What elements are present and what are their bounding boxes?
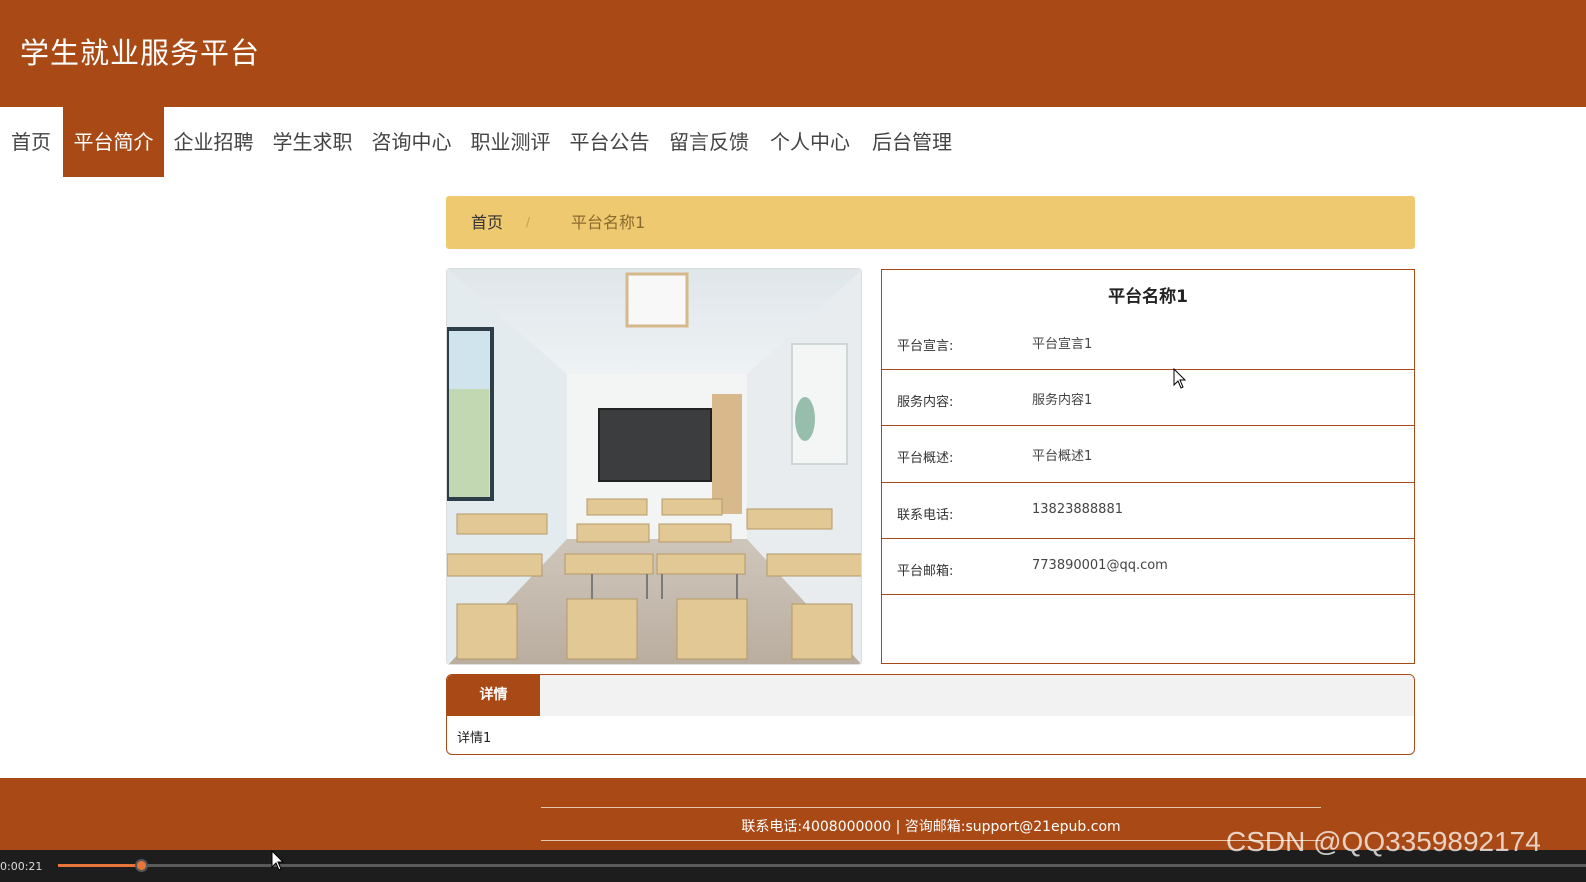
classroom-illustration: [447, 269, 861, 664]
tab-detail[interactable]: 详情: [447, 675, 540, 716]
breadcrumb-separator: /: [526, 215, 531, 229]
info-value: 平台概述1: [1032, 449, 1093, 464]
nav-item-home[interactable]: 首页: [0, 107, 62, 177]
progress-fill: [58, 864, 142, 867]
info-label: 联系电话:: [897, 508, 954, 523]
row-divider: [882, 594, 1414, 595]
nav-item-announcements[interactable]: 平台公告: [560, 107, 659, 177]
info-label: 平台邮箱:: [897, 564, 954, 579]
info-value: 平台宣言1: [1032, 337, 1093, 352]
info-label: 服务内容:: [897, 395, 954, 410]
info-row-overview: 平台概述: 平台概述1: [882, 426, 1414, 482]
watermark: CSDN @QQ3359892174: [1226, 826, 1541, 857]
nav-item-personal-center[interactable]: 个人中心: [759, 107, 861, 177]
playback-time: 0:00:21: [0, 860, 43, 873]
mouse-pointer-icon: [271, 850, 285, 871]
nav-item-company-recruitment[interactable]: 企业招聘: [164, 107, 263, 177]
progress-knob[interactable]: [135, 859, 148, 872]
site-title: 学生就业服务平台: [20, 36, 261, 70]
platform-image: [446, 268, 862, 665]
platform-name: 平台名称1: [1108, 287, 1188, 307]
nav-item-admin[interactable]: 后台管理: [861, 107, 963, 177]
detail-tab-bar: 详情: [447, 675, 1414, 716]
footer-contact-text: 联系电话:4008000000 | 咨询邮箱:support@21epub.co…: [741, 819, 1121, 835]
site-header: 学生就业服务平台: [0, 0, 1586, 107]
nav-item-consulting-center[interactable]: 咨询中心: [362, 107, 461, 177]
info-value: 773890001@qq.com: [1032, 558, 1168, 573]
footer-divider-top: [541, 807, 1321, 808]
info-label: 平台宣言:: [897, 339, 954, 354]
main-nav: 首页 平台简介 企业招聘 学生求职 咨询中心 职业测评 平台公告 留言反馈 个人…: [0, 107, 1586, 177]
nav-item-platform-intro[interactable]: 平台简介: [63, 107, 164, 177]
progress-track[interactable]: [58, 864, 1586, 867]
detail-content: 详情1: [457, 731, 492, 746]
info-row-phone: 联系电话: 13823888881: [882, 483, 1414, 539]
breadcrumb-current: 平台名称1: [571, 213, 646, 232]
nav-item-career-assessment[interactable]: 职业测评: [461, 107, 560, 177]
nav-item-student-job-search[interactable]: 学生求职: [263, 107, 362, 177]
footer-divider-bottom: [541, 840, 1321, 841]
platform-info-panel: 平台名称1 平台宣言: 平台宣言1 服务内容: 服务内容1 平台概述: 平台概述…: [881, 269, 1415, 664]
info-row-service: 服务内容: 服务内容1: [882, 370, 1414, 426]
breadcrumb: 首页 / 平台名称1: [446, 196, 1415, 249]
info-value: 13823888881: [1032, 502, 1123, 517]
info-value: 服务内容1: [1032, 393, 1093, 408]
nav-item-feedback[interactable]: 留言反馈: [659, 107, 759, 177]
breadcrumb-home-link[interactable]: 首页: [471, 196, 503, 249]
info-row-email: 平台邮箱: 773890001@qq.com: [882, 539, 1414, 595]
mouse-pointer-icon: [1173, 368, 1187, 389]
info-label: 平台概述:: [897, 451, 954, 466]
detail-section: 详情 详情1: [446, 674, 1415, 755]
